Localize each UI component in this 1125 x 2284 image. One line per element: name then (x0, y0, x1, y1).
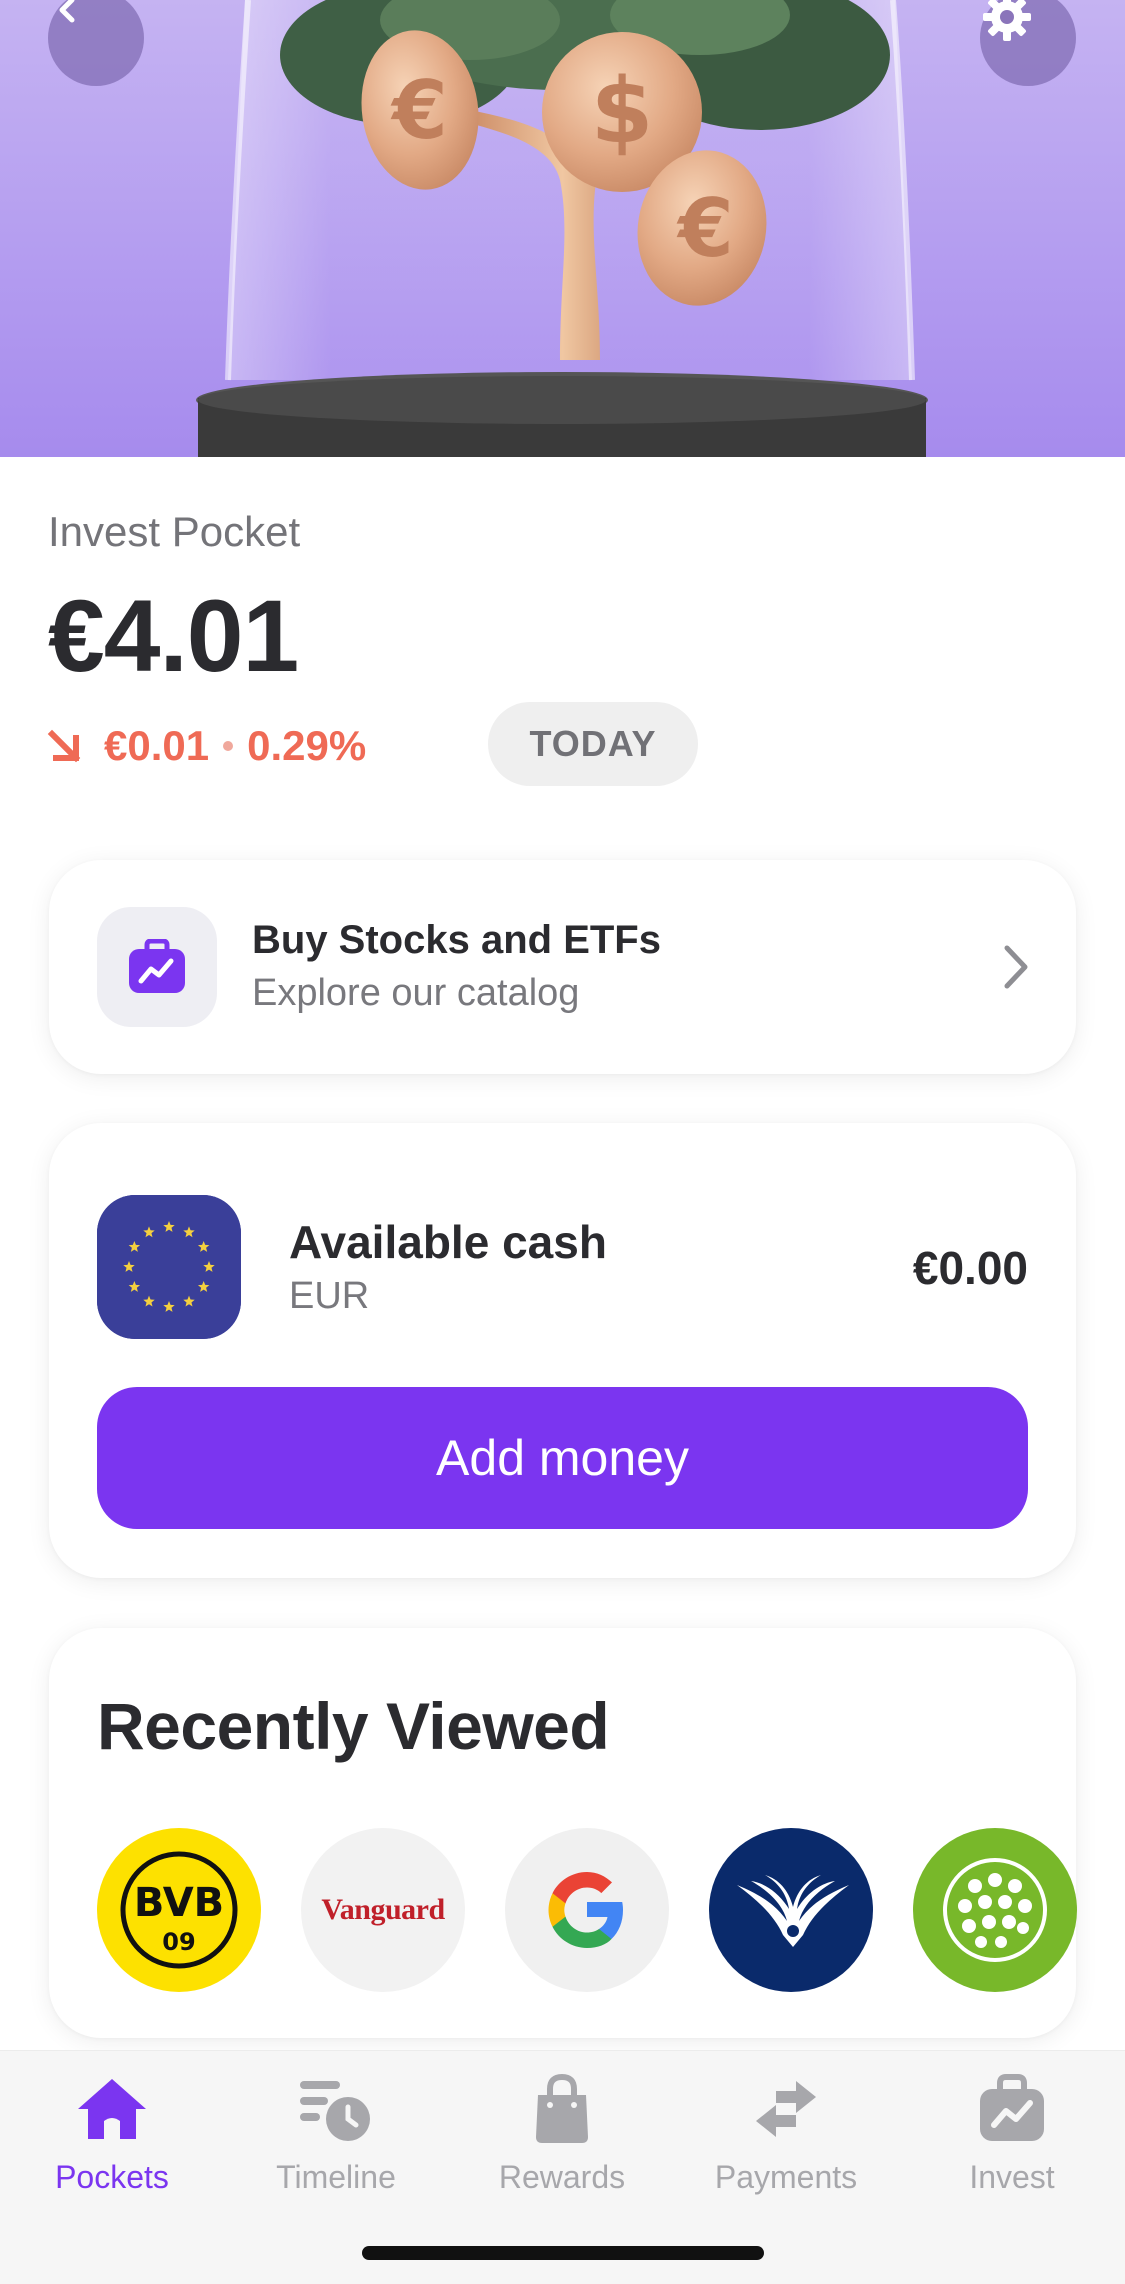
buy-stocks-card[interactable]: Buy Stocks and ETFs Explore our catalog (49, 860, 1076, 1074)
chevron-left-icon (59, 0, 75, 23)
tab-label: Timeline (276, 2159, 396, 2195)
vanguard-logo[interactable]: Vanguard (301, 1828, 465, 1992)
tab-label: Rewards (498, 2159, 626, 2195)
gear-icon (983, 0, 1031, 41)
home-icon (78, 2079, 146, 2139)
google-logo[interactable] (505, 1828, 669, 1992)
cash-amount: €0.00 (912, 1242, 1028, 1294)
cash-title: Available cash (289, 1216, 607, 1268)
bvb-logo-text: BVB (134, 1880, 224, 1926)
tab-rewards[interactable]: Rewards (462, 2073, 662, 2223)
transfer-arrows-icon (756, 2081, 816, 2137)
tab-pockets[interactable]: Pockets (12, 2073, 212, 2223)
arrow-down-right-icon (47, 729, 81, 763)
hero-banner: € $ € (0, 0, 1125, 457)
pocket-label: Invest Pocket (48, 508, 301, 555)
timeline-clock-icon (300, 2081, 370, 2141)
bvb-logo-subtext: 09 (162, 1928, 195, 1956)
tab-label: Payments (714, 2159, 858, 2195)
recently-viewed-card: Recently Viewed BVB 09 Vanguard (49, 1628, 1077, 2038)
buy-card-title: Buy Stocks and ETFs (252, 918, 661, 962)
buy-card-subtitle: Explore our catalog (252, 972, 580, 1014)
cash-currency: EUR (289, 1275, 370, 1317)
money-tree-illustration: € $ € (196, 0, 928, 457)
balance-amount: €4.01 (48, 579, 299, 693)
tab-timeline[interactable]: Timeline (236, 2073, 436, 2223)
svg-text:€: € (390, 64, 448, 157)
tab-label: Pockets (55, 2159, 169, 2195)
tab-invest[interactable]: Invest (912, 2073, 1112, 2223)
add-money-button[interactable]: Add money (97, 1387, 1028, 1529)
recently-viewed-title: Recently Viewed (97, 1689, 610, 1763)
chevron-right-icon (1004, 945, 1028, 989)
vanguard-logo-text: Vanguard (321, 1893, 445, 1926)
briefcase-chart-icon (97, 907, 217, 1027)
change-row: €0.01 0.29% (44, 718, 366, 774)
svg-text:€: € (676, 182, 734, 275)
change-amount: €0.01 (104, 722, 210, 769)
shopping-bag-icon (536, 2073, 588, 2143)
period-selector[interactable]: TODAY (488, 702, 698, 786)
eu-flag-icon (97, 1195, 241, 1339)
svg-text:$: $ (591, 59, 654, 164)
green-sphere-logo[interactable] (913, 1828, 1077, 1992)
tab-label: Invest (969, 2159, 1055, 2195)
briefcase-chart-icon (980, 2074, 1044, 2141)
eagle-logo[interactable] (709, 1828, 873, 1992)
change-percent: 0.29% (247, 722, 367, 769)
tab-payments[interactable]: Payments (686, 2073, 886, 2223)
bvb-logo[interactable]: BVB 09 (97, 1828, 261, 1992)
home-indicator[interactable] (362, 2246, 764, 2260)
available-cash-card: Available cash EUR €0.00 Add money (49, 1123, 1076, 1578)
separator-dot (223, 741, 234, 751)
